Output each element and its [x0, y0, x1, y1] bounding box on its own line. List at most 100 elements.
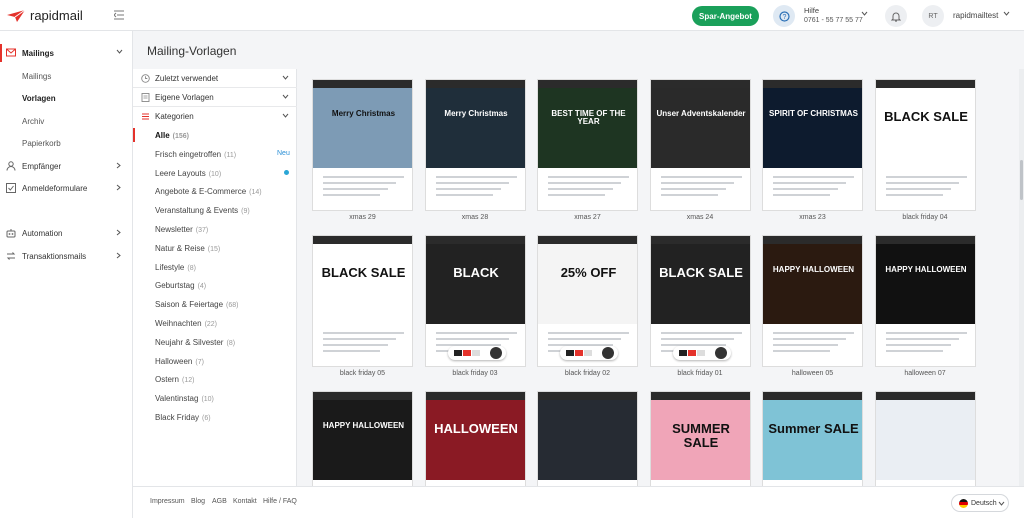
filter-categories[interactable]: Kategorien — [133, 107, 297, 126]
template-card[interactable]: Merry Christmas xmas 28 — [424, 79, 526, 229]
color-variant-selector[interactable] — [447, 346, 506, 360]
category-item[interactable]: Weihnachten (22) — [155, 319, 217, 328]
color-swatch[interactable] — [471, 350, 480, 356]
language-select[interactable]: Deutsch — [951, 494, 1009, 512]
category-item[interactable]: Veranstaltung & Events (9) — [155, 206, 250, 215]
template-thumbnail[interactable]: BLACK SALE — [874, 79, 976, 211]
nav-sub-papierkorb[interactable]: Papierkorb — [22, 139, 61, 148]
scrollbar[interactable] — [1019, 69, 1024, 486]
category-item[interactable]: Black Friday (6) — [155, 413, 211, 422]
chevron-down-icon[interactable] — [714, 347, 727, 359]
nav-automation[interactable]: Automation — [0, 224, 133, 242]
category-count: (22) — [204, 321, 218, 328]
template-thumbnail[interactable]: Unser Adventskalender — [649, 79, 751, 211]
color-swatch[interactable] — [584, 350, 592, 356]
category-item[interactable]: Halloween (7) — [155, 357, 204, 366]
color-swatch[interactable] — [678, 350, 687, 356]
category-item[interactable]: Frisch eingetroffen (11) — [155, 150, 236, 159]
template-thumbnail[interactable]: Merry Christmas — [312, 79, 413, 211]
template-thumbnail[interactable]: SUMMER SALE — [649, 391, 751, 486]
logo[interactable]: rapidmail — [6, 8, 83, 23]
spar-angebot-button[interactable]: Spar-Angebot — [692, 6, 759, 26]
template-card[interactable]: BLACK black friday 03 — [424, 235, 526, 385]
template-thumbnail[interactable]: BEST TIME OF THE YEAR — [537, 79, 638, 211]
nav-sub-archiv[interactable]: Archiv — [22, 117, 44, 126]
template-card[interactable]: 25% OFF black friday 02 — [537, 235, 638, 385]
template-card[interactable]: BEST TIME OF THE YEAR xmas 27 — [537, 79, 638, 229]
template-thumbnail[interactable]: SPIRIT OF CHRISTMAS — [762, 79, 863, 211]
template-thumbnail[interactable]: BLACK SALE — [649, 235, 751, 367]
filter-own[interactable]: Eigene Vorlagen — [133, 88, 297, 107]
category-item[interactable]: Ostern (12) — [155, 375, 194, 384]
template-thumbnail[interactable]: BLACK SALE — [312, 235, 413, 367]
footer-link-blog[interactable]: Blog — [191, 498, 205, 505]
template-card[interactable] — [874, 391, 976, 486]
scrollbar-thumb[interactable] — [1020, 160, 1023, 200]
nav-empfaenger[interactable]: Empfänger — [0, 157, 133, 175]
template-name: halloween 05 — [791, 370, 834, 377]
color-swatch[interactable] — [575, 350, 583, 356]
template-thumbnail[interactable]: 25% OFF — [537, 235, 638, 367]
template-thumbnail[interactable]: HAPPY HALLOWEEN — [874, 235, 976, 367]
template-card[interactable]: HALLOWEEN — [424, 391, 526, 486]
template-card[interactable]: HAPPY HALLOWEEN halloween 05 — [762, 235, 863, 385]
category-item[interactable]: Saison & Feiertage (68) — [155, 300, 239, 309]
template-card[interactable]: Unser Adventskalender xmas 24 — [649, 79, 751, 229]
template-card[interactable]: SPIRIT OF CHRISTMAS xmas 23 — [762, 79, 863, 229]
color-swatch[interactable] — [566, 350, 574, 356]
category-item[interactable]: Neujahr & Silvester (8) — [155, 338, 235, 347]
template-card[interactable]: Summer SALE — [762, 391, 863, 486]
notifications-button[interactable] — [885, 5, 907, 27]
category-item[interactable]: Valentinstag (10) — [155, 394, 214, 403]
footer-link-agb[interactable]: AGB — [212, 498, 227, 505]
avatar[interactable]: RT — [922, 5, 944, 27]
nav-sub-vorlagen[interactable]: Vorlagen — [22, 94, 56, 103]
footer-link-faq[interactable]: Hilfe / FAQ — [263, 498, 297, 505]
footer-link-kontakt[interactable]: Kontakt — [233, 498, 257, 505]
category-item[interactable]: Angebote & E-Commerce (14) — [155, 187, 262, 196]
category-item[interactable]: Newsletter (37) — [155, 225, 208, 234]
nav-sub-mailings[interactable]: Mailings — [22, 72, 51, 81]
category-item[interactable]: Lifestyle (8) — [155, 263, 196, 272]
color-swatch[interactable] — [462, 350, 471, 356]
template-card[interactable]: BLACK SALE black friday 01 — [649, 235, 751, 385]
template-card[interactable] — [537, 391, 638, 486]
collapse-menu-icon[interactable] — [114, 10, 124, 20]
color-swatch[interactable] — [453, 350, 462, 356]
color-swatch[interactable] — [687, 350, 696, 356]
footer-link-impressum[interactable]: Impressum — [150, 498, 185, 505]
user-name[interactable]: rapidmailtest — [953, 11, 998, 20]
template-card[interactable]: HAPPY HALLOWEEN halloween 07 — [874, 235, 976, 385]
color-variant-selector[interactable] — [560, 346, 618, 360]
template-card[interactable]: HAPPY HALLOWEEN — [312, 391, 413, 486]
thumbnail-text-line — [885, 338, 959, 340]
category-item[interactable]: Natur & Reise (15) — [155, 244, 220, 253]
template-card[interactable]: BLACK SALE black friday 04 — [874, 79, 976, 229]
nav-mailings[interactable]: Mailings — [0, 44, 133, 62]
color-variant-selector[interactable] — [672, 346, 731, 360]
color-swatch[interactable] — [696, 350, 705, 356]
template-card[interactable]: Merry Christmas xmas 29 — [312, 79, 413, 229]
nav-anmeldeformulare[interactable]: Anmeldeformulare — [0, 179, 133, 197]
template-thumbnail[interactable]: BLACK — [424, 235, 526, 367]
category-item[interactable]: Alle (156) — [155, 131, 189, 140]
help-info[interactable]: Hilfe 0761 - 55 77 55 77 — [804, 6, 863, 26]
chevron-down-icon[interactable] — [1003, 11, 1010, 16]
chevron-down-icon[interactable] — [861, 11, 868, 16]
template-thumbnail[interactable]: HALLOWEEN — [424, 391, 526, 486]
template-thumbnail[interactable] — [874, 391, 976, 486]
template-card[interactable]: BLACK SALE black friday 05 — [312, 235, 413, 385]
filter-recent[interactable]: Zuletzt verwendet — [133, 69, 297, 88]
chevron-down-icon[interactable] — [489, 347, 502, 359]
template-thumbnail[interactable]: Summer SALE — [762, 391, 863, 486]
template-thumbnail[interactable]: Merry Christmas — [424, 79, 526, 211]
nav-transaktionsmails[interactable]: Transaktionsmails — [0, 247, 133, 265]
chevron-down-icon[interactable] — [602, 347, 614, 359]
template-thumbnail[interactable]: HAPPY HALLOWEEN — [762, 235, 863, 367]
template-thumbnail[interactable]: HAPPY HALLOWEEN — [312, 391, 413, 486]
category-item[interactable]: Geburtstag (4) — [155, 281, 206, 290]
help-button[interactable]: ? — [773, 5, 795, 27]
template-card[interactable]: SUMMER SALE — [649, 391, 751, 486]
template-thumbnail[interactable] — [537, 391, 638, 486]
category-item[interactable]: Leere Layouts (10) — [155, 169, 221, 178]
